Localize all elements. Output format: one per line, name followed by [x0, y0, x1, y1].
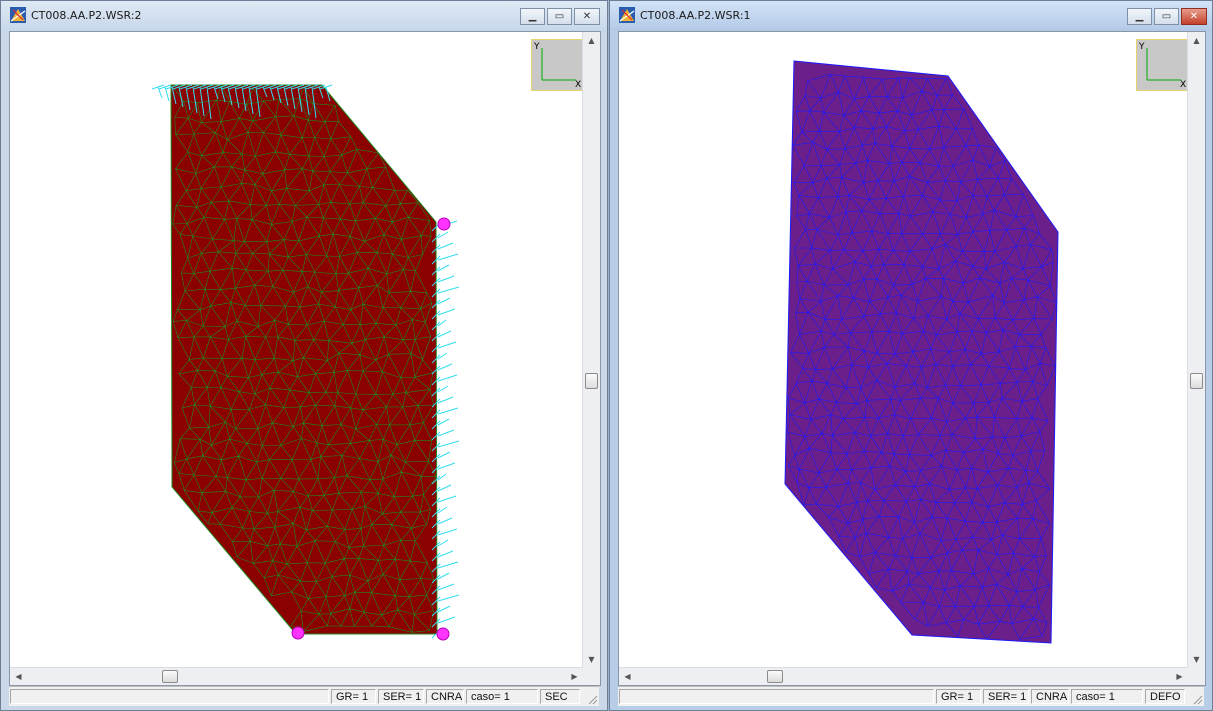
- minimize-button-right[interactable]: ▁: [1127, 8, 1152, 25]
- mesh-canvas-left[interactable]: [10, 32, 582, 664]
- status-cnra-left: CNRA: [426, 689, 464, 704]
- vertical-scroll-thumb-right[interactable]: [1190, 373, 1203, 389]
- status-gr-left: GR= 1: [331, 689, 376, 704]
- horizontal-scroll-thumb-right[interactable]: [767, 670, 783, 683]
- window-title-left: CT008.AA.P2.WSR:2: [31, 9, 142, 22]
- maximize-icon: ▭: [554, 11, 565, 22]
- close-icon: ✕: [582, 11, 592, 22]
- app-mesh-icon: [619, 7, 635, 23]
- mesh-canvas-right[interactable]: [619, 32, 1187, 664]
- window-title-right: CT008.AA.P2.WSR:1: [640, 9, 751, 22]
- axis-label-x: X: [575, 80, 581, 90]
- title-bar-left[interactable]: CT008.AA.P2.WSR:2 ▁ ▭ ✕: [1, 1, 607, 31]
- support-marker-1: [437, 217, 451, 231]
- maximize-button-right[interactable]: ▭: [1154, 8, 1179, 25]
- viewport-left[interactable]: Y X ▲ ▼ ◀ ▶: [9, 31, 601, 686]
- status-gr-right: GR= 1: [936, 689, 981, 704]
- vertical-scrollbar-right[interactable]: ▲ ▼: [1187, 32, 1205, 668]
- status-ser-right: SER= 1: [983, 689, 1029, 704]
- status-mode-left: SEC: [540, 689, 580, 704]
- window-left[interactable]: CT008.AA.P2.WSR:2 ▁ ▭ ✕ Y X ▲ ▼ ◀ ▶ GR= …: [0, 0, 608, 711]
- scroll-corner-right: [1188, 668, 1205, 685]
- horizontal-scrollbar-right[interactable]: ◀ ▶: [619, 667, 1188, 685]
- maximize-icon: ▭: [1161, 11, 1172, 22]
- support-marker-3: [436, 627, 450, 641]
- scroll-up-arrow-icon[interactable]: ▲: [1188, 32, 1205, 49]
- scroll-down-arrow-icon[interactable]: ▼: [583, 651, 600, 668]
- scroll-up-arrow-icon[interactable]: ▲: [583, 32, 600, 49]
- status-bar-right: GR= 1 SER= 1 CNRA caso= 1 DEFO: [618, 686, 1204, 706]
- resize-grip-icon[interactable]: [1191, 693, 1203, 705]
- axis-indicator-left: Y X: [531, 39, 583, 91]
- scroll-down-arrow-icon[interactable]: ▼: [1188, 651, 1205, 668]
- left-mesh-region: [170, 84, 438, 635]
- status-ser-left: SER= 1: [378, 689, 424, 704]
- app-mesh-icon: [10, 7, 26, 23]
- status-field-main-right: [619, 689, 934, 704]
- status-mode-right: DEFO: [1145, 689, 1185, 704]
- scroll-right-arrow-icon[interactable]: ▶: [1171, 668, 1188, 685]
- status-cnra-right: CNRA: [1031, 689, 1069, 704]
- scroll-corner-left: [583, 668, 600, 685]
- horizontal-scroll-thumb-left[interactable]: [162, 670, 178, 683]
- maximize-button-left[interactable]: ▭: [547, 8, 572, 25]
- close-button-right[interactable]: ✕: [1181, 8, 1207, 25]
- status-caso-right: caso= 1: [1071, 689, 1143, 704]
- viewport-right[interactable]: Y X ▲ ▼ ◀ ▶: [618, 31, 1206, 686]
- horizontal-scrollbar-left[interactable]: ◀ ▶: [10, 667, 583, 685]
- status-field-main-left: [10, 689, 329, 704]
- scroll-left-arrow-icon[interactable]: ◀: [10, 668, 27, 685]
- close-button-left[interactable]: ✕: [574, 8, 600, 25]
- minimize-button-left[interactable]: ▁: [520, 8, 545, 25]
- close-icon: ✕: [1189, 11, 1199, 22]
- minimize-icon: ▁: [528, 11, 537, 22]
- axis-label-y: Y: [1138, 42, 1145, 52]
- vertical-scroll-thumb-left[interactable]: [585, 373, 598, 389]
- scroll-left-arrow-icon[interactable]: ◀: [619, 668, 636, 685]
- axis-label-y: Y: [533, 42, 540, 52]
- support-marker-2: [291, 626, 305, 640]
- scroll-right-arrow-icon[interactable]: ▶: [566, 668, 583, 685]
- minimize-icon: ▁: [1135, 11, 1144, 22]
- axis-indicator-right: Y X: [1136, 39, 1188, 91]
- status-bar-left: GR= 1 SER= 1 CNRA caso= 1 SEC: [9, 686, 599, 706]
- status-caso-left: caso= 1: [466, 689, 538, 704]
- axis-label-x: X: [1180, 80, 1186, 90]
- resize-grip-icon[interactable]: [586, 693, 598, 705]
- vertical-scrollbar-left[interactable]: ▲ ▼: [582, 32, 600, 668]
- title-bar-right[interactable]: CT008.AA.P2.WSR:1 ▁ ▭ ✕: [610, 1, 1212, 31]
- window-right[interactable]: CT008.AA.P2.WSR:1 ▁ ▭ ✕ Y X ▲ ▼ ◀ ▶ GR= …: [609, 0, 1213, 711]
